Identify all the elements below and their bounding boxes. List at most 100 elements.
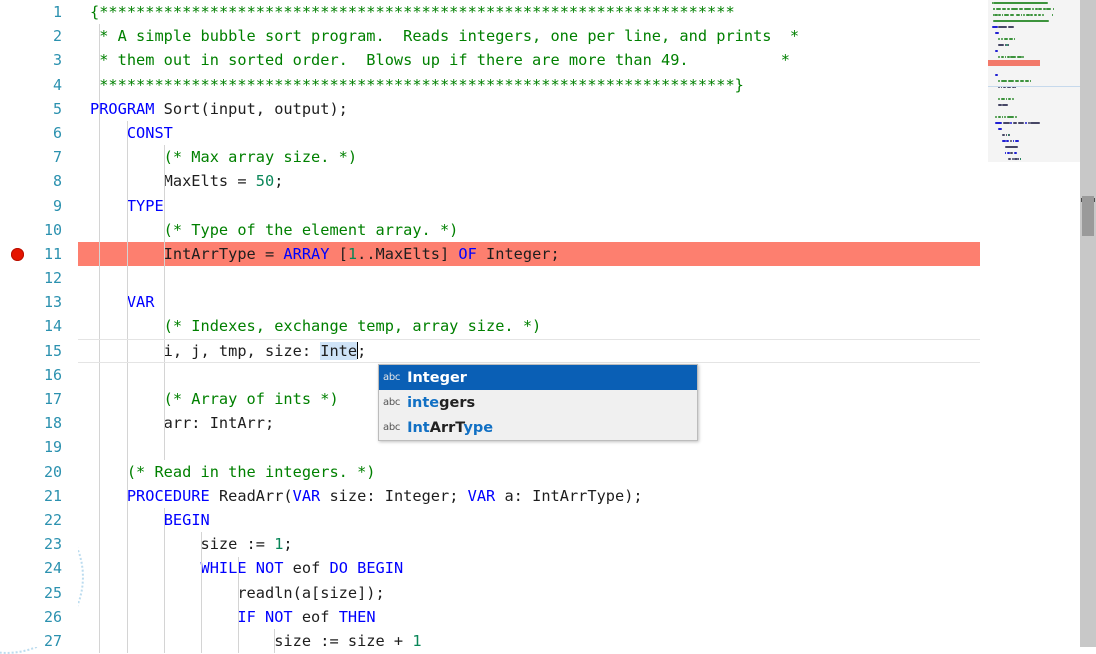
current-line-border-top xyxy=(78,338,980,340)
line-content[interactable]: i, j, tmp, size: Inte; xyxy=(90,339,366,363)
line-content[interactable]: (* Type of the element array. *) xyxy=(90,218,459,242)
autocomplete-item[interactable]: abc IntArrType xyxy=(379,415,697,440)
line-number: 19 xyxy=(43,438,62,457)
abc-icon: abc xyxy=(383,397,401,408)
autocomplete-popup[interactable]: abc Integer abc integers abc IntArrType xyxy=(378,364,698,441)
line-number: 18 xyxy=(43,414,62,433)
code-token: size := size + xyxy=(90,631,413,650)
line-number: 4 xyxy=(52,75,62,94)
line-content[interactable]: size := size + 1 xyxy=(90,629,422,653)
line-content[interactable]: (* Max array size. *) xyxy=(90,145,357,169)
line-content[interactable]: arr: IntArr; xyxy=(90,411,275,435)
code-token: ****************************************… xyxy=(99,3,735,21)
code-token: a: IntArrType); xyxy=(495,486,643,505)
autocomplete-item-label: IntArrType xyxy=(407,419,494,436)
code-token: NOT xyxy=(255,559,284,578)
code-token: eof xyxy=(283,559,330,578)
line-number: 2 xyxy=(52,27,62,46)
current-line-border-bottom xyxy=(78,362,980,363)
line-number: 16 xyxy=(43,365,62,384)
line-content[interactable]: (* Read in the integers. *) xyxy=(90,460,376,484)
code-editor[interactable]: 1 {**************************************… xyxy=(0,0,1096,654)
line-content[interactable]: PROGRAM Sort(input, output); xyxy=(90,97,348,121)
code-token: ; xyxy=(283,535,293,554)
code-token: Integer; xyxy=(476,244,560,263)
code-token: MaxElts = xyxy=(90,172,256,191)
line-number: 15 xyxy=(43,341,62,360)
line-number: 20 xyxy=(43,462,62,481)
line-number: 1 xyxy=(52,3,62,21)
code-token: i, j, tmp, size: xyxy=(90,341,321,360)
code-token: PROCEDURE xyxy=(126,486,210,505)
minimap-viewport[interactable] xyxy=(988,0,1080,162)
line-number: 13 xyxy=(43,293,62,312)
code-line[interactable]: 2 * A simple bubble sort program. Reads … xyxy=(0,24,1096,48)
indent-guide xyxy=(126,121,128,654)
code-line[interactable]: 4 **************************************… xyxy=(0,73,1096,97)
line-content[interactable]: {***************************************… xyxy=(90,0,735,24)
line-content[interactable]: WHILE NOT eof DO BEGIN xyxy=(90,556,404,580)
code-token: ; xyxy=(357,341,367,360)
line-content[interactable]: (* Indexes, exchange temp, array size. *… xyxy=(90,314,542,338)
code-token: size: Integer; xyxy=(320,486,468,505)
code-token: eof xyxy=(292,607,339,626)
code-token: VAR xyxy=(292,486,321,505)
autocomplete-item[interactable]: abc integers xyxy=(379,390,697,415)
code-line[interactable]: 20 (* Read in the integers. *) xyxy=(0,460,1096,484)
line-number: 11 xyxy=(43,244,62,263)
line-number: 27 xyxy=(43,631,62,650)
code-line[interactable]: 21 PROCEDURE ReadArr(VAR size: Integer; … xyxy=(0,484,1096,508)
indent-guide xyxy=(237,556,239,654)
line-content[interactable]: MaxElts = 50; xyxy=(90,169,284,193)
line-number: 9 xyxy=(52,196,62,215)
line-content[interactable]: * them out in sorted order. Blows up if … xyxy=(90,48,790,72)
code-token: arr: IntArr; xyxy=(90,414,275,433)
code-token: VAR xyxy=(126,293,155,312)
code-token: ****************************************… xyxy=(90,75,744,94)
vertical-scrollbar[interactable] xyxy=(1080,0,1096,647)
code-token: THEN xyxy=(338,607,376,626)
indent-guide xyxy=(163,145,165,460)
line-content[interactable]: PROCEDURE ReadArr(VAR size: Integer; VAR… xyxy=(90,484,643,508)
code-token: Inte xyxy=(320,341,358,360)
line-number: 24 xyxy=(43,559,62,578)
code-line[interactable]: 1 {**************************************… xyxy=(0,0,1096,24)
code-token: { xyxy=(90,3,100,21)
indent-guide xyxy=(274,629,276,654)
code-token: 1 xyxy=(412,631,422,650)
code-token: BEGIN xyxy=(357,559,404,578)
code-line[interactable]: 5 PROGRAM Sort(input, output); xyxy=(0,97,1096,121)
code-token: * them out in sorted order. Blows up if … xyxy=(90,51,790,70)
line-content[interactable]: * A simple bubble sort program. Reads in… xyxy=(90,24,799,48)
code-token: 1 xyxy=(347,244,358,263)
line-content[interactable]: ****************************************… xyxy=(90,73,744,97)
line-number: 23 xyxy=(43,535,62,554)
code-token: ReadArr( xyxy=(209,486,293,505)
code-line[interactable]: 11 IntArrType = ARRAY [1..MaxElts] OF In… xyxy=(0,241,1096,267)
code-token: [ xyxy=(329,244,348,263)
code-token: size := xyxy=(90,535,275,554)
code-line[interactable]: 3 * them out in sorted order. Blows up i… xyxy=(0,48,1096,72)
indent-guide xyxy=(163,508,165,654)
scrollbar-thumb[interactable] xyxy=(1082,196,1094,236)
code-token: IF xyxy=(237,607,256,626)
line-number: 17 xyxy=(43,390,62,408)
line-content[interactable]: IntArrType = ARRAY [1..MaxElts] OF Integ… xyxy=(90,242,560,266)
line-content[interactable]: IF NOT eof THEN xyxy=(90,605,376,629)
line-content[interactable]: BEGIN xyxy=(90,508,210,532)
line-number: 22 xyxy=(43,510,62,529)
minimap[interactable] xyxy=(988,0,1080,647)
autocomplete-item-label: Integer xyxy=(407,369,467,386)
code-token: IntArrType = xyxy=(90,244,284,263)
code-token: BEGIN xyxy=(163,510,210,529)
line-content[interactable]: CONST xyxy=(90,121,173,145)
line-number: 6 xyxy=(52,123,62,142)
line-number: 26 xyxy=(43,607,62,626)
code-token: Sort(input, output); xyxy=(154,99,348,118)
autocomplete-item[interactable]: abc Integer xyxy=(379,365,697,390)
code-line[interactable]: 6 CONST xyxy=(0,121,1096,145)
line-content[interactable]: size := 1; xyxy=(90,532,293,556)
